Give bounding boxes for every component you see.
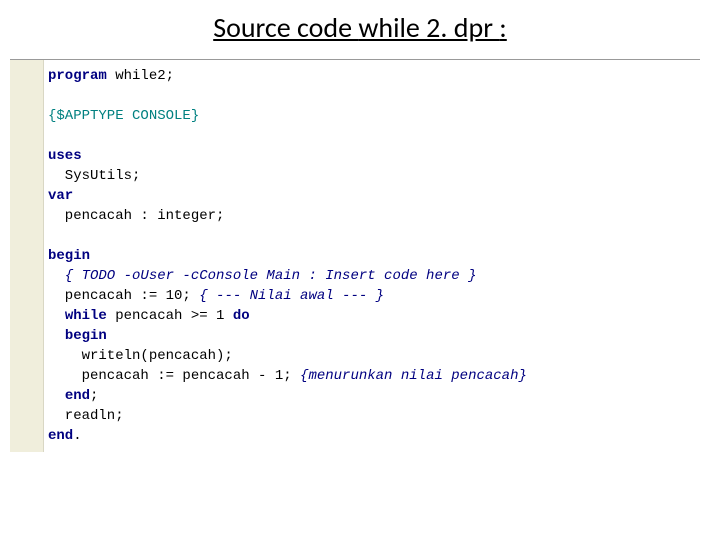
code-text: SysUtils;	[48, 168, 140, 184]
code-text: pencacah : integer;	[48, 208, 224, 224]
code-text: while2;	[107, 68, 174, 84]
kw-begin: begin	[48, 248, 90, 264]
code-text: pencacah >= 1	[107, 308, 233, 324]
kw-var: var	[48, 188, 73, 204]
code-text: writeln(pencacah);	[48, 348, 233, 364]
page-title: Source code while 2. dpr :	[0, 10, 720, 45]
code-text	[48, 328, 65, 344]
title-filename: while 2. dpr	[358, 10, 499, 45]
kw-do: do	[233, 308, 250, 324]
code-text	[48, 308, 65, 324]
kw-program: program	[48, 68, 107, 84]
comment-initial-value: { --- Nilai awal --- }	[199, 288, 384, 304]
code-text	[48, 388, 65, 404]
slide: Source code while 2. dpr : program while…	[0, 0, 720, 540]
code-text: ;	[90, 388, 98, 404]
source-code: program while2; {$APPTYPE CONSOLE} uses …	[44, 60, 700, 452]
editor-gutter	[10, 60, 44, 452]
title-suffix: :	[499, 10, 507, 45]
code-text: pencacah := pencacah - 1;	[48, 368, 300, 384]
code-text: readln;	[48, 408, 124, 424]
kw-end: end	[48, 428, 73, 444]
comment-todo: { TODO -oUser -cConsole Main : Insert co…	[48, 268, 476, 284]
compiler-directive: {$APPTYPE CONSOLE}	[48, 108, 199, 124]
comment-decrement: {menurunkan nilai pencacah}	[300, 368, 527, 384]
kw-begin-inner: begin	[65, 328, 107, 344]
kw-while: while	[65, 308, 107, 324]
code-row: program while2; {$APPTYPE CONSOLE} uses …	[10, 60, 700, 452]
code-text: pencacah := 10;	[48, 288, 199, 304]
kw-end-inner: end	[65, 388, 90, 404]
code-text: .	[73, 428, 81, 444]
title-prefix: Source code	[213, 10, 358, 45]
code-editor: program while2; {$APPTYPE CONSOLE} uses …	[10, 59, 700, 452]
kw-uses: uses	[48, 148, 82, 164]
